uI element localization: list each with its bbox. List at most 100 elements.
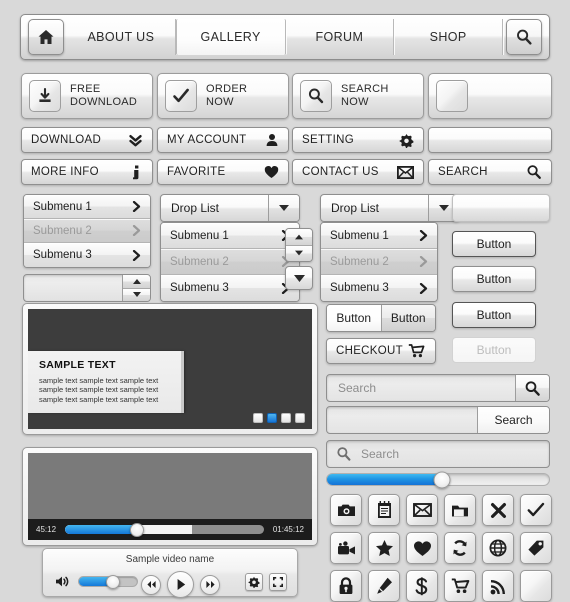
chevron-right-icon [419,230,428,241]
submenu-list-left: Submenu 1 Submenu 2 Submenu 3 [23,194,151,268]
search-field-with-text-button[interactable]: Search [326,406,550,434]
submenu-item[interactable]: Submenu 2 [24,219,150,243]
video-seek-handle[interactable] [129,522,144,537]
cart-icon-button[interactable] [444,570,476,602]
blank-icon-button[interactable] [520,570,552,602]
droplist-middle-header[interactable]: Drop List [160,194,300,222]
search-label-button[interactable]: SEARCH [428,159,552,185]
rewind-button[interactable] [141,574,161,595]
slideshow-dot[interactable] [253,413,263,423]
droplist-item[interactable]: Submenu 1 [321,223,437,249]
heart-icon-button[interactable] [406,532,438,564]
setting-button-label: SETTING [302,134,354,146]
search-field-with-icon-button[interactable]: Search [326,374,550,402]
toggle-segment-label: Button [336,311,372,325]
video-played-range [65,525,137,534]
stepper-up-button[interactable] [286,229,312,246]
droplist-item[interactable]: Submenu 3 [321,275,437,301]
horizontal-slider[interactable] [326,471,550,488]
search-input-placeholder[interactable]: Search [361,447,399,461]
dropdown-arrow-button[interactable] [285,266,313,290]
dollar-icon-button[interactable] [406,570,438,602]
search-input-placeholder[interactable]: Search [327,381,376,395]
pencil-icon-button[interactable] [368,570,400,602]
fullscreen-button[interactable] [269,573,287,591]
download-button[interactable]: DOWNLOAD [21,127,153,153]
nav-search-button[interactable] [506,19,542,55]
checkout-button[interactable]: CHECKOUT [326,338,436,364]
my-account-button[interactable]: MY ACCOUNT [157,127,289,153]
video-seek-slider[interactable] [65,522,264,537]
free-download-button[interactable]: FREE DOWNLOAD [21,73,153,119]
camera-icon-button[interactable] [330,494,362,526]
close-x-icon [490,502,507,519]
nav-item-shop[interactable]: SHOP [394,19,503,55]
caret-down-icon[interactable] [268,195,299,221]
favorite-button[interactable]: FAVORITE [157,159,289,185]
submenu-item[interactable]: Submenu 3 [24,243,150,267]
droplist-right-header[interactable]: Drop List [320,194,460,222]
forward-button[interactable] [200,574,220,595]
lock-icon-button[interactable] [330,570,362,602]
video-stage[interactable]: 45:12 01:45:12 [28,453,312,540]
gear-icon [248,576,260,588]
chevron-right-icon [132,225,141,236]
search-field-inset[interactable]: Search [326,440,550,468]
blank-label-button[interactable] [428,127,552,153]
home-button[interactable] [28,19,64,55]
setting-button[interactable]: SETTING [292,127,424,153]
toggle-segment-right[interactable]: Button [381,305,435,331]
nav-item-gallery[interactable]: GALLERY [175,19,286,55]
search-submit-text-button[interactable]: Search [477,407,549,433]
contact-us-button[interactable]: CONTACT US [292,159,424,185]
nav-item-about-us[interactable]: ABOUT US [67,19,176,55]
stepper-up-button[interactable] [123,275,150,289]
video-controls-panel: Sample video name [42,548,298,598]
blank-button[interactable] [452,194,550,222]
button-variant-3[interactable]: Button [452,302,536,328]
slideshow-dot-active[interactable] [267,413,277,423]
tag-icon-button[interactable] [520,532,552,564]
droplist-item[interactable]: Submenu 2 [321,249,437,275]
slider-handle[interactable] [433,471,451,488]
play-button[interactable] [167,571,194,598]
volume-handle[interactable] [105,574,120,589]
slideshow-caption-line: sample text sample text sample text [39,385,159,394]
speaker-icon[interactable] [55,575,71,588]
rss-icon-button[interactable] [482,570,514,602]
more-info-button[interactable]: MORE INFO [21,159,153,185]
submenu-item[interactable]: Submenu 1 [24,195,150,219]
stepper-input[interactable] [23,274,151,302]
button-variant-2[interactable]: Button [452,266,536,292]
submenu-item-label: Submenu 3 [33,249,92,261]
globe-icon-button[interactable] [482,532,514,564]
close-x-icon-button[interactable] [482,494,514,526]
video-camera-icon-button[interactable] [330,532,362,564]
droplist-item[interactable]: Submenu 2 [161,249,299,275]
search-icon [524,380,541,397]
refresh-icon-button[interactable] [444,532,476,564]
stepper-down-button[interactable] [123,288,150,301]
slideshow-stage[interactable]: SAMPLE TEXT sample text sample text samp… [28,309,312,429]
nav-item-forum[interactable]: FORUM [286,19,395,55]
order-now-button[interactable]: ORDER NOW [157,73,289,119]
slideshow-dot[interactable] [281,413,291,423]
video-settings-button[interactable] [245,573,263,591]
check-icon-button[interactable] [520,494,552,526]
envelope-icon-button[interactable] [406,494,438,526]
folder-icon-button[interactable] [444,494,476,526]
stepper-value[interactable] [24,275,122,301]
droplist-item[interactable]: Submenu 3 [161,275,299,301]
search-now-button[interactable]: SEARCH NOW [292,73,424,119]
button-variant-1[interactable]: Button [452,231,536,257]
notepad-icon-button[interactable] [368,494,400,526]
droplist-item[interactable]: Submenu 1 [161,223,299,249]
blank-icon-button[interactable] [428,73,552,119]
star-icon-button[interactable] [368,532,400,564]
stepper-down-button[interactable] [286,245,312,261]
search-label-button-label: SEARCH [438,166,488,178]
toggle-segment-left[interactable]: Button [327,305,382,331]
slideshow-dot[interactable] [295,413,305,423]
search-submit-button[interactable] [515,375,549,401]
volume-slider[interactable] [78,574,138,589]
